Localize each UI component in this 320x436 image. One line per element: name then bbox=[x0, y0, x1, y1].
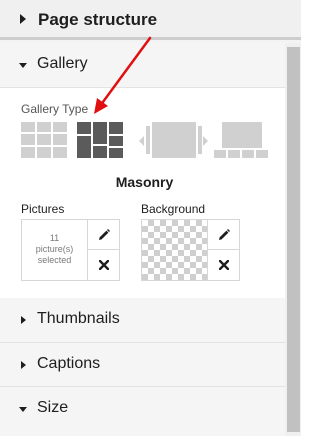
pictures-count: 11 bbox=[49, 233, 60, 243]
selected-gallery-type: Masonry bbox=[115, 174, 174, 190]
pictures-preview[interactable]: 11 picture(s) selected bbox=[22, 220, 88, 280]
pictures-field: 11 picture(s) selected bbox=[21, 219, 120, 281]
pictures-state: selected bbox=[37, 255, 72, 265]
annotation-arrow-icon bbox=[94, 36, 152, 114]
background-label: Background bbox=[141, 202, 206, 216]
caret-down-icon bbox=[19, 407, 27, 412]
background-field bbox=[141, 219, 240, 281]
section-size-label: Size bbox=[37, 399, 69, 416]
page-structure-title: Page structure bbox=[38, 10, 158, 29]
gallery-type-thumbnails-icon[interactable] bbox=[214, 122, 270, 158]
close-icon bbox=[98, 260, 109, 270]
gallery-type-masonry-icon[interactable] bbox=[77, 122, 123, 158]
pencil-icon bbox=[218, 228, 230, 240]
pictures-unit: picture(s) bbox=[35, 244, 74, 254]
gallery-type-grid-icon[interactable] bbox=[21, 122, 67, 158]
section-thumbnails-header[interactable]: Thumbnails bbox=[0, 298, 285, 342]
caret-right-icon bbox=[21, 316, 26, 324]
section-gallery-label: Gallery bbox=[37, 55, 88, 72]
section-captions-label: Captions bbox=[37, 355, 101, 372]
caret-right-icon bbox=[21, 361, 26, 369]
side-panel: Page structure Gallery Gallery Type Maso… bbox=[0, 0, 301, 436]
background-remove-button[interactable] bbox=[208, 250, 239, 280]
background-preview[interactable] bbox=[142, 220, 208, 280]
pictures-remove-button[interactable] bbox=[88, 250, 119, 280]
caret-right-icon bbox=[20, 14, 26, 24]
gallery-type-slider-icon[interactable] bbox=[139, 122, 209, 158]
section-size-header[interactable]: Size bbox=[0, 387, 285, 431]
background-edit-button[interactable] bbox=[208, 220, 239, 250]
close-icon bbox=[218, 260, 229, 270]
gallery-type-label: Gallery Type bbox=[21, 102, 89, 116]
page-structure-header[interactable]: Page structure bbox=[0, 0, 301, 40]
section-captions-header[interactable]: Captions bbox=[0, 343, 285, 387]
scrollbar-thumb[interactable] bbox=[287, 47, 300, 432]
pictures-edit-button[interactable] bbox=[88, 220, 119, 250]
gallery-type-picker bbox=[21, 122, 281, 162]
pencil-icon bbox=[98, 228, 110, 240]
pictures-label: Pictures bbox=[21, 202, 65, 216]
caret-down-icon bbox=[19, 63, 27, 68]
section-thumbnails-label: Thumbnails bbox=[37, 310, 120, 327]
